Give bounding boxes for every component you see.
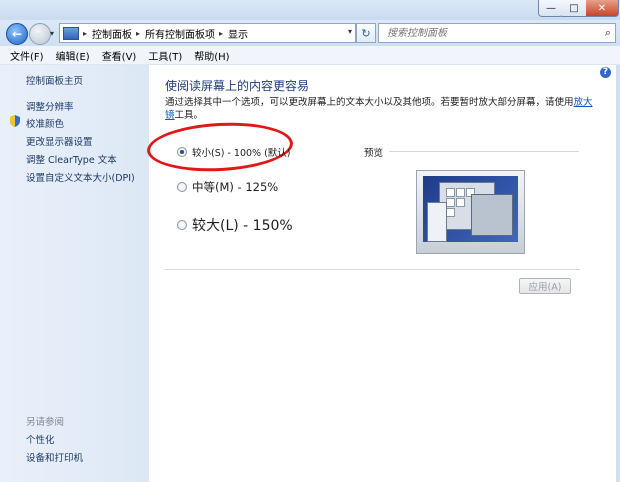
chevron-right-icon[interactable]: ▸	[83, 29, 87, 38]
address-dropdown-icon[interactable]: ▾	[348, 27, 352, 36]
preview-tile	[456, 198, 465, 207]
description-text: 通过选择其中一个选项，可以更改屏幕上的文本大小以及其他项。若要暂时放大部分屏幕，…	[165, 96, 595, 122]
sidebar-link-personalize[interactable]: 个性化	[26, 432, 55, 446]
search-box[interactable]: ⌕	[378, 23, 616, 43]
option-smaller[interactable]: 较小(S) - 100% (默认)	[177, 145, 291, 159]
refresh-button[interactable]: ↻	[356, 23, 376, 43]
preview-divider	[389, 151, 579, 152]
refresh-icon: ↻	[361, 26, 371, 40]
menu-edit[interactable]: 编辑(E)	[56, 48, 90, 63]
option-label: 中等(M) - 125%	[192, 180, 279, 194]
close-button[interactable]: ✕	[586, 0, 619, 17]
preview-image	[416, 170, 525, 254]
radio-button-checked[interactable]	[177, 147, 187, 157]
title-bar: — □ ✕	[0, 0, 620, 20]
main-panel: 使阅读屏幕上的内容更容易 通过选择其中一个选项，可以更改屏幕上的文本大小以及其他…	[145, 65, 616, 482]
search-input[interactable]	[385, 24, 589, 42]
navigation-bar: ← → ▾ ▸ 控制面板 ▸ 所有控制面板项 ▸ 显示 ▾ ↻ ⌕	[0, 20, 620, 46]
address-bar[interactable]: ▸ 控制面板 ▸ 所有控制面板项 ▸ 显示 ▾	[59, 23, 356, 43]
preview-screen	[423, 176, 518, 242]
forward-button[interactable]: →	[29, 23, 51, 45]
option-larger[interactable]: 较大(L) - 150%	[177, 215, 293, 235]
back-button[interactable]: ←	[6, 23, 28, 45]
preview-tile	[446, 188, 455, 197]
minimize-button[interactable]: —	[538, 0, 564, 17]
option-label: 较小(S) - 100% (默认)	[192, 148, 291, 159]
radio-button[interactable]	[177, 182, 187, 192]
breadcrumb-control-panel[interactable]: 控制面板	[92, 26, 132, 41]
option-label: 较大(L) - 150%	[192, 218, 293, 234]
menu-bar: 文件(F) 编辑(E) 查看(V) 工具(T) 帮助(H)	[0, 46, 620, 65]
sidebar-link-devices-printers[interactable]: 设备和打印机	[26, 450, 83, 464]
display-window: — □ ✕ ← → ▾ ▸ 控制面板 ▸ 所有控制面板项 ▸ 显示 ▾ ↻ ⌕ …	[0, 0, 620, 482]
menu-file[interactable]: 文件(F)	[10, 48, 44, 63]
menu-tools[interactable]: 工具(T)	[148, 48, 182, 63]
sidebar-link-calibrate[interactable]: 校准颜色	[26, 116, 64, 130]
sidebar-link-cleartype[interactable]: 调整 ClearType 文本	[26, 152, 117, 166]
chevron-right-icon[interactable]: ▸	[136, 29, 140, 38]
shield-icon	[10, 115, 20, 127]
sidebar-link-resolution[interactable]: 调整分辨率	[26, 99, 74, 113]
control-panel-icon	[63, 26, 79, 40]
search-icon[interactable]: ⌕	[605, 26, 611, 40]
sidebar-link-custom-dpi[interactable]: 设置自定义文本大小(DPI)	[26, 170, 135, 184]
description-end: 工具。	[174, 110, 204, 121]
chevron-right-icon[interactable]: ▸	[219, 29, 223, 38]
recent-pages-dropdown-icon[interactable]: ▾	[50, 29, 54, 38]
see-also-header: 另请参阅	[26, 417, 65, 428]
preview-sidebar-window	[427, 202, 447, 242]
preview-front-window	[471, 194, 513, 236]
section-divider	[165, 269, 580, 270]
page-title: 使阅读屏幕上的内容更容易	[165, 79, 310, 93]
option-medium[interactable]: 中等(M) - 125%	[177, 179, 278, 195]
apply-button[interactable]: 应用(A)	[519, 278, 571, 294]
preview-label: 预览	[364, 148, 384, 159]
preview-tile	[446, 198, 455, 207]
radio-button[interactable]	[177, 220, 187, 230]
maximize-button[interactable]: □	[562, 0, 587, 17]
description-body: 通过选择其中一个选项，可以更改屏幕上的文本大小以及其他项。若要暂时放大部分屏幕，…	[165, 97, 574, 108]
sidebar: 控制面板主页 调整分辨率 校准颜色 更改显示器设置 调整 ClearType 文…	[0, 65, 149, 482]
window-right-border	[616, 65, 620, 482]
menu-view[interactable]: 查看(V)	[102, 48, 137, 63]
breadcrumb-display[interactable]: 显示	[228, 26, 248, 41]
sidebar-link-home[interactable]: 控制面板主页	[26, 73, 83, 87]
content-area: 控制面板主页 调整分辨率 校准颜色 更改显示器设置 调整 ClearType 文…	[0, 65, 616, 482]
breadcrumb-all-items[interactable]: 所有控制面板项	[145, 26, 215, 41]
menu-help[interactable]: 帮助(H)	[194, 48, 229, 63]
preview-tile	[446, 208, 455, 217]
preview-tile	[456, 188, 465, 197]
sidebar-link-display-settings[interactable]: 更改显示器设置	[26, 134, 93, 148]
